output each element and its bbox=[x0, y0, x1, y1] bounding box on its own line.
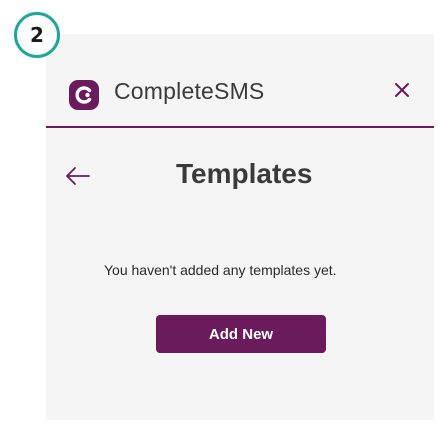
empty-templates-message: You haven't added any templates yet. bbox=[104, 262, 337, 278]
addin-panel: CompleteSMS Templates You haven't added … bbox=[46, 34, 434, 420]
back-arrow-icon[interactable] bbox=[64, 164, 92, 188]
close-icon[interactable] bbox=[390, 78, 414, 102]
add-new-button[interactable]: Add New bbox=[156, 315, 326, 353]
panel-header: CompleteSMS bbox=[46, 34, 434, 128]
brand-name: CompleteSMS bbox=[114, 78, 265, 104]
step-number-badge: 2 bbox=[14, 12, 60, 58]
step-number: 2 bbox=[30, 23, 44, 47]
page-title: Templates bbox=[176, 158, 313, 189]
completesms-logo-icon bbox=[69, 80, 99, 110]
screenshot-stage: 2 CompleteSMS Templates You haven't adde… bbox=[0, 0, 440, 427]
